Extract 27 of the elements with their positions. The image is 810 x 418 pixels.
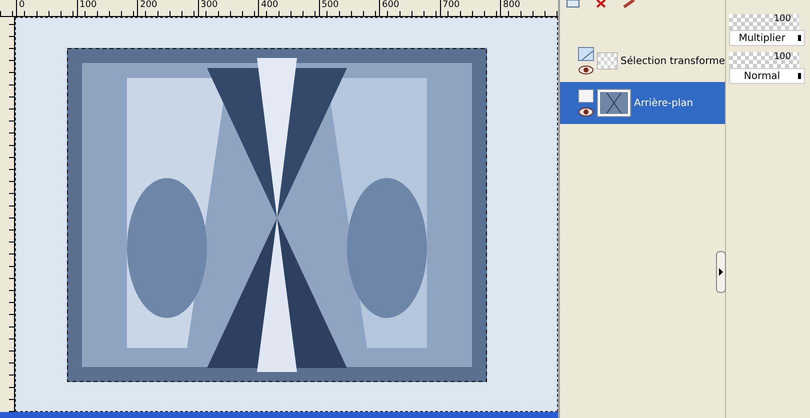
ruler-label: 200 (137, 0, 158, 16)
layer-name: Sélection transforme (620, 56, 725, 66)
ruler-label: 400 (258, 0, 278, 16)
ruler-label: 800 (500, 0, 520, 16)
ruler-label: 500 (318, 0, 339, 16)
blend-mode-dropdown[interactable]: Normal (729, 68, 805, 84)
opacity-field[interactable]: 100 (729, 14, 799, 30)
layer-row[interactable]: Sélection transforme (560, 40, 725, 82)
ruler-label: 0 (16, 0, 25, 16)
selection-layer-icon (578, 47, 594, 61)
expand-arrow-icon[interactable] (719, 268, 723, 276)
ruler-label: 100 (76, 0, 97, 16)
ruler-label: 600 (379, 0, 400, 16)
eye-icon[interactable] (578, 107, 594, 117)
ruler-label: 700 (440, 0, 460, 16)
panel-splitter[interactable] (716, 251, 726, 293)
new-layer-icon[interactable] (566, 0, 582, 8)
brush-icon[interactable] (622, 0, 638, 8)
scrollbar[interactable] (0, 412, 558, 418)
eye-icon[interactable] (578, 65, 594, 75)
layer-icon (578, 89, 594, 103)
layer-name: Arrière-plan (634, 98, 694, 108)
opacity-field[interactable]: 100 (729, 52, 799, 68)
blend-mode-dropdown[interactable]: Multiplier (729, 30, 805, 46)
layer-row[interactable]: Arrière-plan (560, 82, 725, 124)
layer-thumbnail (597, 89, 631, 117)
ruler-label: 300 (198, 0, 218, 16)
